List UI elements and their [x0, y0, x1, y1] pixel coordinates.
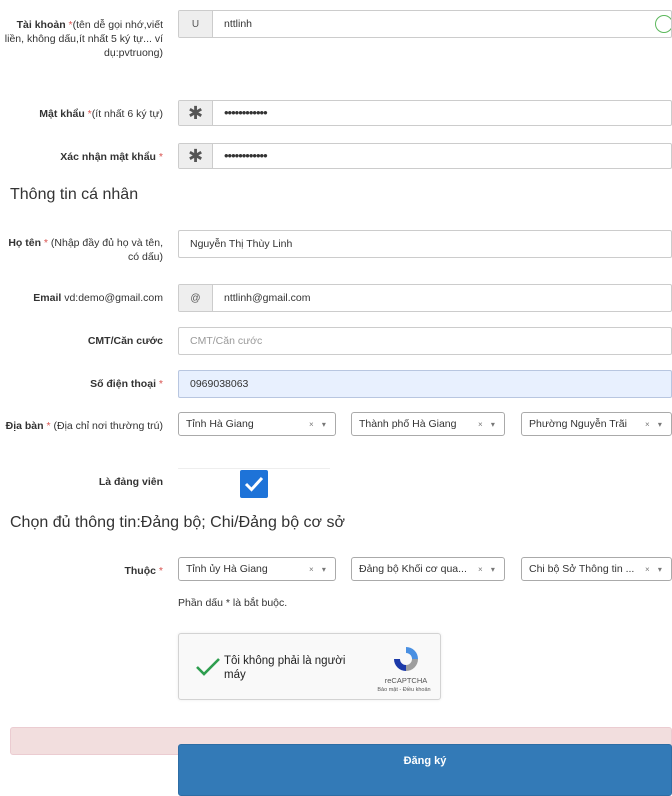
province-value: Tỉnh Hà Giang [186, 418, 254, 430]
party-member-label: Là đảng viên [98, 476, 163, 488]
recaptcha-label: Tôi không phải là người máy [224, 655, 346, 681]
party-member-divider [178, 468, 330, 469]
user-icon: U [179, 11, 213, 37]
password-input[interactable]: •••••••••••• [213, 106, 671, 119]
branch-value: Chi bộ Sở Thông tin ... [529, 563, 635, 575]
party-org-value: Đảng bộ Khối cơ qua... [359, 563, 467, 575]
confirm-password-input[interactable]: •••••••••••• [213, 149, 671, 162]
clear-dropdown-icon[interactable]: × ▾ [309, 420, 335, 429]
fullname-field[interactable]: Nguyễn Thị Thùy Linh [178, 230, 672, 258]
email-input[interactable]: nttlinh@gmail.com [213, 292, 671, 304]
belongs-label: Thuộc * [124, 565, 163, 577]
recaptcha-logo-icon [394, 647, 418, 671]
email-label: Email vd:demo@gmail.com [33, 292, 163, 304]
asterisk-icon: ✱ [179, 144, 213, 168]
clear-dropdown-icon[interactable]: × ▾ [645, 420, 671, 429]
ward-select[interactable]: Phường Nguyễn Trãi × ▾ [521, 412, 672, 436]
area-label: Địa bàn * (Địa chỉ nơi thường trú) [5, 420, 163, 432]
city-select[interactable]: Thành phố Hà Giang × ▾ [351, 412, 505, 436]
id-card-input[interactable]: CMT/Căn cước [179, 335, 671, 347]
account-input[interactable]: nttlinh [213, 18, 655, 30]
clear-dropdown-icon[interactable]: × ▾ [478, 420, 504, 429]
phone-input[interactable]: 0969038063 [179, 378, 671, 390]
clear-dropdown-icon[interactable]: × ▾ [478, 565, 504, 574]
recaptcha-brand: reCAPTCHA [384, 676, 428, 685]
recaptcha-links[interactable]: Bảo mật - Điều khoản [364, 687, 444, 693]
province-select[interactable]: Tỉnh Hà Giang × ▾ [178, 412, 336, 436]
phone-field[interactable]: 0969038063 [178, 370, 672, 398]
committee-value: Tỉnh ủy Hà Giang [186, 563, 268, 575]
clear-dropdown-icon[interactable]: × ▾ [309, 565, 335, 574]
fullname-label: Họ tên * (Nhập đầy đủ họ và tên, có dấu) [8, 237, 163, 263]
email-field[interactable]: @ nttlinh@gmail.com [178, 284, 672, 312]
confirm-password-label: Xác nhận mật khẩu * [60, 151, 163, 163]
party-section-title: Chọn đủ thông tin:Đảng bộ; Chi/Đảng bộ c… [10, 514, 345, 531]
committee-select[interactable]: Tỉnh ủy Hà Giang × ▾ [178, 557, 336, 581]
password-field[interactable]: ✱ •••••••••••• [178, 100, 672, 126]
confirm-password-field[interactable]: ✱ •••••••••••• [178, 143, 672, 169]
ward-value: Phường Nguyễn Trãi [529, 418, 627, 430]
id-card-label: CMT/Căn cước [87, 335, 163, 347]
register-button[interactable]: Đăng ký [178, 744, 672, 796]
account-label: Tài khoản *(tên dễ gọi nhớ,viết liền, kh… [4, 19, 163, 59]
recaptcha-widget[interactable]: Tôi không phải là người máy reCAPTCHA Bả… [178, 633, 441, 700]
valid-icon [655, 15, 671, 33]
branch-select[interactable]: Chi bộ Sở Thông tin ... × ▾ [521, 557, 672, 581]
account-field[interactable]: U nttlinh [178, 10, 672, 38]
password-label: Mật khẩu *(ít nhất 6 ký tự) [39, 108, 163, 120]
party-org-select[interactable]: Đảng bộ Khối cơ qua... × ▾ [351, 557, 505, 581]
fullname-input[interactable]: Nguyễn Thị Thùy Linh [179, 238, 671, 250]
at-icon: @ [179, 285, 213, 311]
personal-section-title: Thông tin cá nhân [10, 186, 139, 203]
party-member-checkbox[interactable] [240, 470, 268, 498]
asterisk-icon: ✱ [179, 101, 213, 125]
recaptcha-checkmark-icon[interactable] [195, 656, 221, 678]
required-note: Phần dấu * là bắt buộc. [178, 597, 288, 609]
city-value: Thành phố Hà Giang [359, 418, 457, 430]
id-card-field[interactable]: CMT/Căn cước [178, 327, 672, 355]
checkmark-icon [244, 476, 264, 492]
clear-dropdown-icon[interactable]: × ▾ [645, 565, 671, 574]
phone-label: Số điện thoại * [90, 378, 163, 390]
